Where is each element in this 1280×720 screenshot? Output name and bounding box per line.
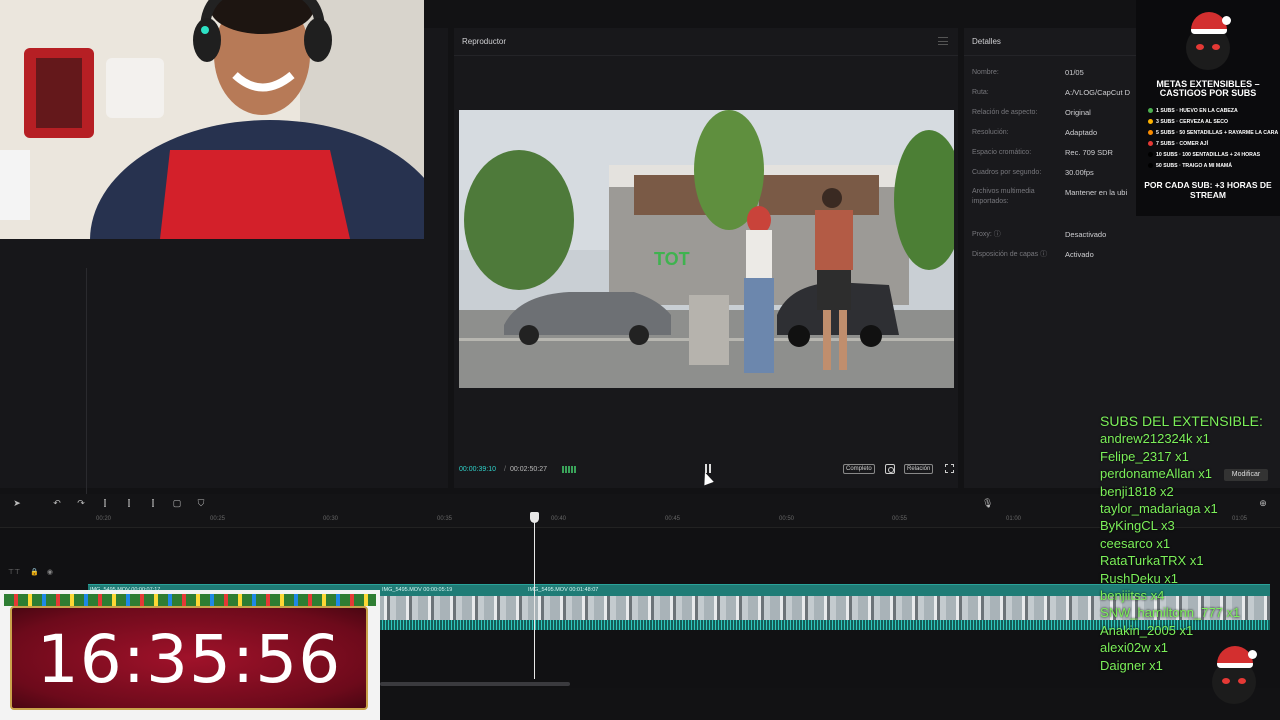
ruler-tick: 00:20 xyxy=(96,516,112,522)
select-tool-icon[interactable]: ➤ xyxy=(12,498,22,508)
video-frame-illustration: TOT xyxy=(459,110,954,388)
goal-row: 1 SUBS · HUEVO EN LA CABEZA xyxy=(1148,108,1238,114)
detail-value[interactable]: Activado xyxy=(1065,250,1135,259)
detail-value: 01/05 xyxy=(1065,68,1084,77)
goals-overlay: METAS EXTENSIBLES – CASTIGOS POR SUBS 1 … xyxy=(1136,0,1280,216)
split-left-icon[interactable]: ⫿ xyxy=(124,498,134,508)
detail-value: Mantener en la ubi xyxy=(1065,188,1128,197)
sub-entry: benji1818 x2 xyxy=(1100,483,1174,499)
undo-icon[interactable]: ↶ xyxy=(52,498,62,508)
eye-icon[interactable]: ◉ xyxy=(47,569,53,576)
track-controls: ⊤⊤ 🔒 ◉ xyxy=(8,568,53,576)
split-right-icon[interactable]: ⫿ xyxy=(148,498,158,508)
panel-divider xyxy=(86,268,87,516)
ruler-tick: 00:45 xyxy=(665,516,681,522)
detail-label: Disposición de capas ⓘ xyxy=(972,251,1048,258)
sub-entry: Anakin_2005 x1 xyxy=(1100,622,1194,638)
goal-row: 3 SUBS · CERVEZA AL SECO xyxy=(1148,119,1228,125)
webcam-illustration xyxy=(0,0,424,239)
player-title: Reproductor xyxy=(454,28,958,56)
clip-label: IMG_5495.MOV 00:01:48:07 xyxy=(528,587,599,593)
detail-label: Relación de aspecto: xyxy=(972,109,1038,116)
goal-row: 7 SUBS · COMER AJÍ xyxy=(1148,141,1208,147)
detail-label: Resolución: xyxy=(972,129,1009,136)
mascot-icon xyxy=(1186,12,1231,70)
menu-icon[interactable] xyxy=(938,37,948,45)
timecode-separator: / xyxy=(504,466,506,473)
player-controls: 00:00:39:10 / 00:02:50:27 Completo Relac… xyxy=(454,462,958,486)
detail-label: Cuadros por segundo: xyxy=(972,169,1042,176)
ruler-tick: 00:35 xyxy=(437,516,453,522)
total-timecode: 00:02:50:27 xyxy=(510,466,547,473)
detail-label: Nombre: xyxy=(972,69,999,76)
ruler-tick: 00:30 xyxy=(323,516,339,522)
detail-label: Ruta: xyxy=(972,89,989,96)
lock-icon[interactable]: 🔒 xyxy=(30,569,39,576)
sub-entry: andrew212324k x1 xyxy=(1100,431,1210,447)
stream-timer-overlay: 16:35:56 xyxy=(0,590,380,720)
clip-label: IMG_5495.MOV 00:00:05:19 xyxy=(382,587,453,593)
subs-list-overlay: SUBS DEL EXTENSIBLE: andrew212324k x1 Fe… xyxy=(1100,413,1280,674)
ruler-tick: 00:40 xyxy=(551,516,567,522)
christmas-lights xyxy=(4,594,376,606)
video-preview[interactable]: TOT xyxy=(459,110,954,388)
goal-row: 50 SUBS · TRAIGO A MI MAMÁ xyxy=(1148,163,1232,169)
subs-title: SUBS DEL EXTENSIBLE: xyxy=(1100,413,1263,429)
svg-text:TOT: TOT xyxy=(654,249,690,269)
timeline-toolbar: ➤ ↶ ↷ ⫿ ⫿ ⫿ ▢ ⛉ 🎙 ⊕ xyxy=(0,494,1280,512)
detail-value: Rec. 709 SDR xyxy=(1065,148,1113,157)
detail-label: Espacio cromático: xyxy=(972,149,1032,156)
modify-button[interactable]: Modificar xyxy=(1224,469,1268,481)
sub-entry: SNW_hamiltonn_777 x1 xyxy=(1100,605,1241,621)
full-quality-button[interactable]: Completo xyxy=(843,464,875,474)
ruler-tick: 00:50 xyxy=(779,516,795,522)
sub-entry: RushDeku x1 xyxy=(1100,570,1179,586)
audio-meter-icon xyxy=(562,466,576,473)
goal-row: 10 SUBS · 100 SENTADILLAS + 24 HORAS xyxy=(1148,152,1260,158)
marker-icon[interactable]: ⛉ xyxy=(196,498,206,508)
goal-row: 5 SUBS · 50 SENTADILLAS + RAYARME LA CAR… xyxy=(1148,130,1278,136)
redo-icon[interactable]: ↷ xyxy=(76,498,86,508)
goals-title: METAS EXTENSIBLES – CASTIGOS POR SUBS xyxy=(1156,79,1260,98)
delete-icon[interactable]: ▢ xyxy=(172,498,182,508)
mascot-icon xyxy=(1212,646,1257,704)
detail-value: 30.00fps xyxy=(1065,168,1094,177)
sub-entry: RataTurkaTRX x1 xyxy=(1100,553,1204,569)
detail-label: Proxy: ⓘ xyxy=(972,231,1001,238)
ratio-button[interactable]: Relación xyxy=(904,464,934,474)
detail-value: Original xyxy=(1065,108,1091,117)
timer-value: 16:35:56 xyxy=(36,621,342,698)
sub-entry: taylor_madariaga x1 xyxy=(1100,501,1218,517)
split-icon[interactable]: ⫿ xyxy=(100,498,110,508)
snapshot-icon[interactable] xyxy=(885,464,895,474)
ruler-tick: 00:25 xyxy=(210,516,226,522)
sub-entry: benjiitss x4 xyxy=(1100,588,1165,604)
ruler-tick: 00:55 xyxy=(892,516,908,522)
timeline-ruler[interactable]: 00:20 00:25 00:30 00:35 00:40 00:45 00:5… xyxy=(0,512,1280,528)
detail-value: Adaptado xyxy=(1065,128,1098,137)
sub-entry: ceesarco x1 xyxy=(1100,535,1171,551)
playhead-handle[interactable] xyxy=(530,512,539,523)
webcam-overlay xyxy=(0,0,424,239)
playhead[interactable] xyxy=(534,514,535,679)
goals-footer: POR CADA SUB: +3 HORAS DE STREAM xyxy=(1144,180,1272,200)
current-timecode: 00:00:39:10 xyxy=(459,466,496,473)
ruler-tick: 01:00 xyxy=(1006,516,1022,522)
timer-frame: 16:35:56 xyxy=(10,606,368,710)
detail-label: Archivos multimedia importados: xyxy=(972,188,1035,205)
video-editor-window: Reproductor TOT 00:00:39:10 / 00:02:50:2… xyxy=(0,0,1280,720)
timeline-scrollbar[interactable] xyxy=(380,682,570,686)
microphone-icon[interactable]: 🎙 xyxy=(982,498,993,508)
sub-entry: ByKingCL x3 xyxy=(1100,518,1175,534)
track-type-icon: ⊤⊤ xyxy=(8,569,21,576)
detail-value[interactable]: Desactivado xyxy=(1065,230,1135,239)
sub-entry: Felipe_2317 x1 xyxy=(1100,448,1189,464)
player-panel: Reproductor TOT 00:00:39:10 / 00:02:50:2… xyxy=(454,28,958,488)
detail-value: A:/VLOG/CapCut D xyxy=(1065,88,1131,97)
fullscreen-icon[interactable] xyxy=(945,464,954,473)
